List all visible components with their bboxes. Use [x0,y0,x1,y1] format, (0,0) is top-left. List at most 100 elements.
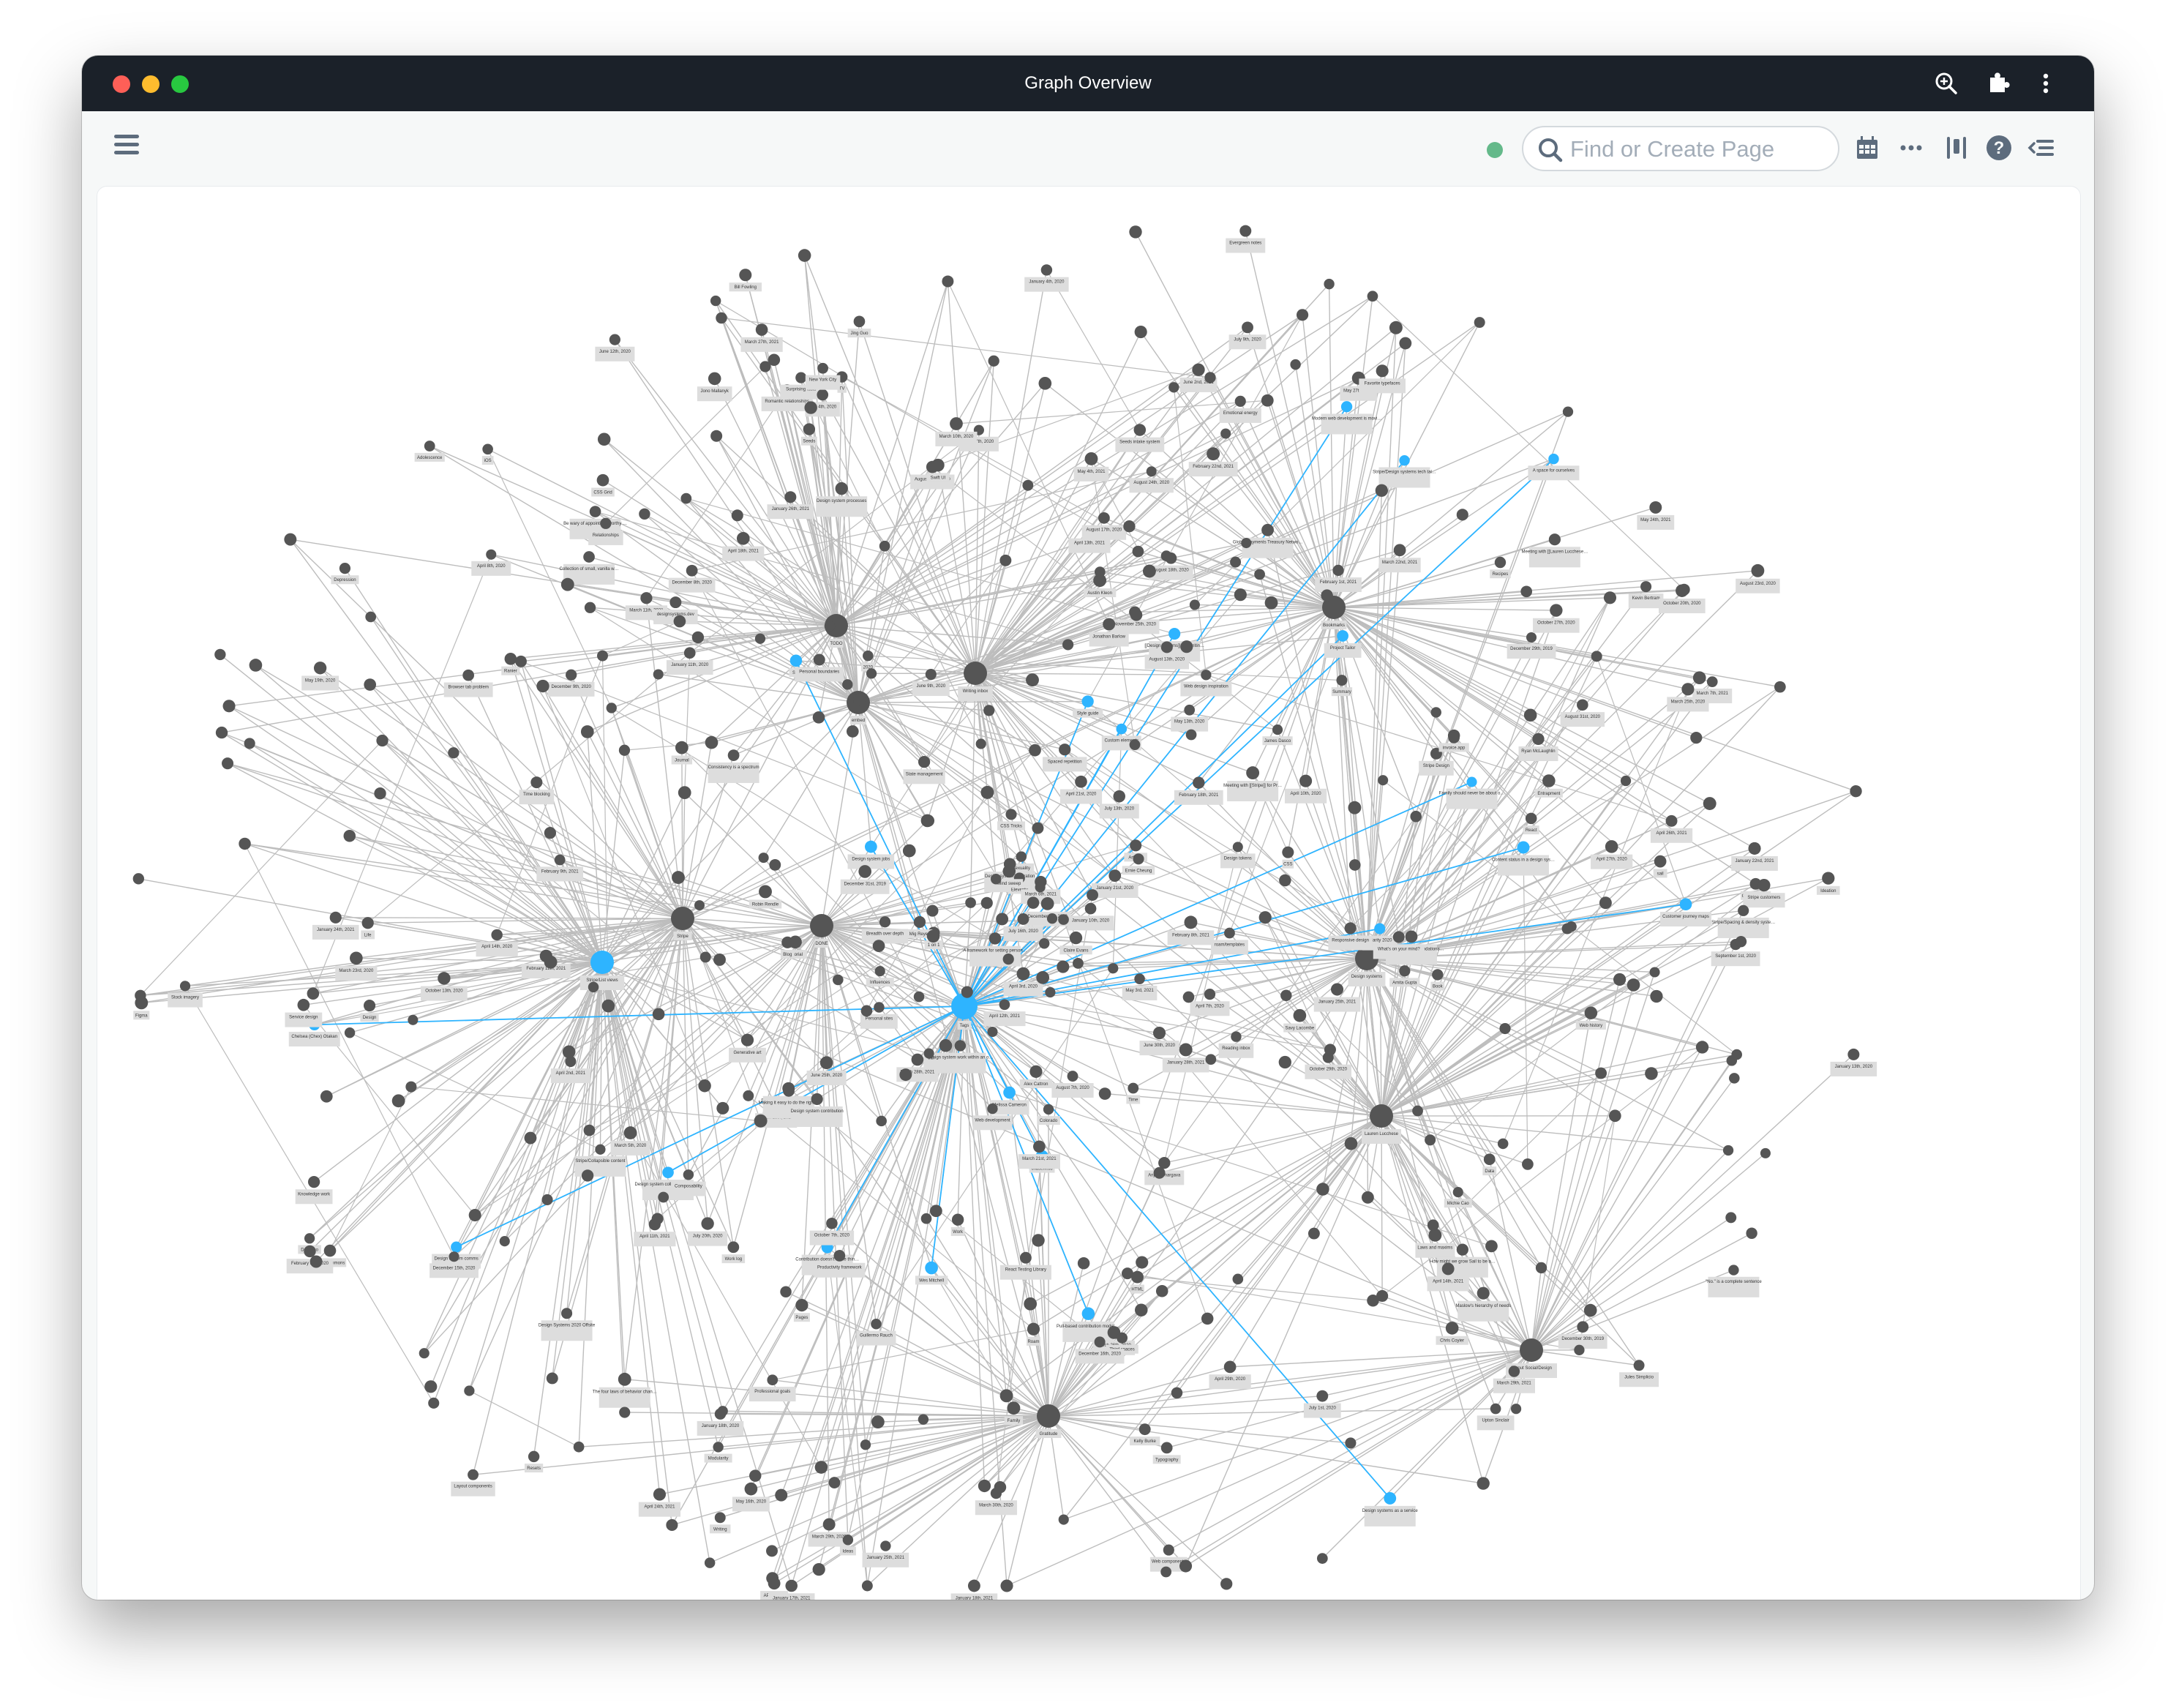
node-dot[interactable] [1412,1105,1423,1117]
graph-node[interactable] [1485,1240,1498,1253]
node-dot[interactable] [804,401,817,414]
node-dot[interactable] [1456,509,1468,521]
node-dot[interactable] [1130,839,1142,852]
node-dot[interactable] [364,678,377,691]
node-dot[interactable] [874,1002,885,1013]
node-dot[interactable] [994,1480,1007,1494]
graph-node[interactable]: July 1st, 2020 [1303,1390,1341,1418]
graph-node[interactable] [673,615,686,628]
node-dot[interactable] [920,1213,932,1224]
graph-node[interactable] [1608,1109,1621,1123]
node-dot[interactable] [1525,812,1537,825]
graph-node[interactable] [544,955,558,969]
graph-node[interactable] [1029,743,1041,757]
node-dot[interactable] [1370,1104,1393,1128]
node-dot[interactable] [987,1103,998,1115]
graph-node[interactable] [961,986,973,998]
node-dot[interactable] [832,974,844,986]
node-dot[interactable] [1205,1054,1217,1065]
graph-node[interactable]: Browser tab problem [443,669,493,697]
node-dot[interactable] [749,1469,762,1482]
graph-node[interactable] [581,1169,594,1182]
sidebar-icon[interactable] [1942,133,1971,162]
graph-node[interactable] [1324,278,1335,290]
node-dot[interactable] [783,1085,795,1097]
node-dot[interactable] [1230,556,1242,568]
node-dot[interactable] [1706,676,1718,688]
graph-node[interactable] [1179,1559,1193,1573]
node-dot[interactable] [1029,1065,1043,1078]
graph-node[interactable] [1205,1054,1217,1065]
node-dot[interactable] [1185,729,1197,741]
graph-node[interactable] [499,1236,510,1247]
node-dot[interactable] [249,659,263,672]
graph-node[interactable] [1561,923,1573,934]
graph-node[interactable] [1399,337,1412,350]
graph-node[interactable] [798,249,811,262]
node-dot[interactable] [950,417,963,430]
node-dot[interactable] [1231,1031,1242,1042]
node-dot[interactable] [926,904,939,917]
graph-node[interactable] [307,987,320,1000]
graph-node[interactable] [1032,822,1044,834]
node-dot[interactable] [1067,1071,1078,1082]
graph-node[interactable] [1376,1289,1389,1303]
graph-node[interactable] [1241,537,1252,549]
node-dot[interactable] [1345,1437,1357,1449]
graph-node[interactable] [1220,1578,1233,1590]
node-dot[interactable] [363,1000,376,1012]
node-dot[interactable] [1774,681,1786,693]
graph-node[interactable] [284,533,297,546]
search-input[interactable] [1569,133,1828,165]
graph-node[interactable] [1230,556,1242,568]
graph-node[interactable]: Recipes [1490,556,1511,579]
graph-node[interactable] [860,1005,873,1017]
node-dot[interactable] [1432,969,1444,981]
graph-node[interactable] [1497,1138,1509,1150]
graph-node[interactable] [710,430,723,442]
node-dot[interactable] [1155,1285,1168,1297]
node-dot[interactable] [528,1450,540,1463]
node-dot[interactable] [1132,545,1144,558]
node-dot[interactable] [1133,424,1147,436]
graph-node[interactable] [999,1389,1013,1403]
node-dot[interactable] [1738,904,1749,916]
node-dot[interactable] [951,1213,964,1226]
graph-node[interactable] [1132,545,1144,558]
node-dot[interactable] [1108,869,1122,882]
graph-node[interactable]: Resets [525,1450,544,1473]
graph-node[interactable] [1000,1579,1013,1592]
node-dot[interactable] [1456,1243,1468,1256]
graph-node[interactable] [705,735,719,749]
node-dot[interactable] [1499,1022,1511,1035]
graph-node[interactable] [1036,970,1050,984]
graph-node[interactable]: May 24th, 2021 [1637,501,1675,530]
graph-node[interactable] [1024,1297,1038,1311]
node-dot[interactable] [826,1218,838,1229]
graph-node[interactable] [716,312,727,324]
node-dot[interactable] [344,1027,356,1038]
node-dot[interactable] [987,1026,998,1038]
node-dot[interactable] [860,1005,873,1017]
node-dot[interactable] [913,991,925,1003]
node-dot[interactable] [999,999,1010,1011]
graph-node[interactable] [464,1385,475,1396]
node-dot[interactable] [1045,986,1056,998]
more-horizontal-icon[interactable] [1897,133,1926,162]
node-dot[interactable] [672,871,685,884]
graph-node[interactable] [249,659,263,672]
node-dot[interactable] [1405,930,1418,943]
graph-node[interactable] [926,929,940,943]
node-dot[interactable] [1574,1344,1585,1355]
node-dot[interactable] [536,679,549,693]
node-dot[interactable] [1024,1297,1038,1311]
graph-node[interactable] [999,554,1012,566]
node-dot[interactable] [817,389,829,401]
node-dot[interactable] [1376,364,1389,378]
right-sidebar-icon[interactable] [2027,133,2056,162]
graph-node[interactable]: January 25th, 2021 [862,1540,909,1567]
graph-node[interactable] [562,1045,576,1059]
graph-node[interactable] [754,633,766,644]
node-dot[interactable] [541,1194,553,1205]
node-dot[interactable] [988,932,1002,945]
